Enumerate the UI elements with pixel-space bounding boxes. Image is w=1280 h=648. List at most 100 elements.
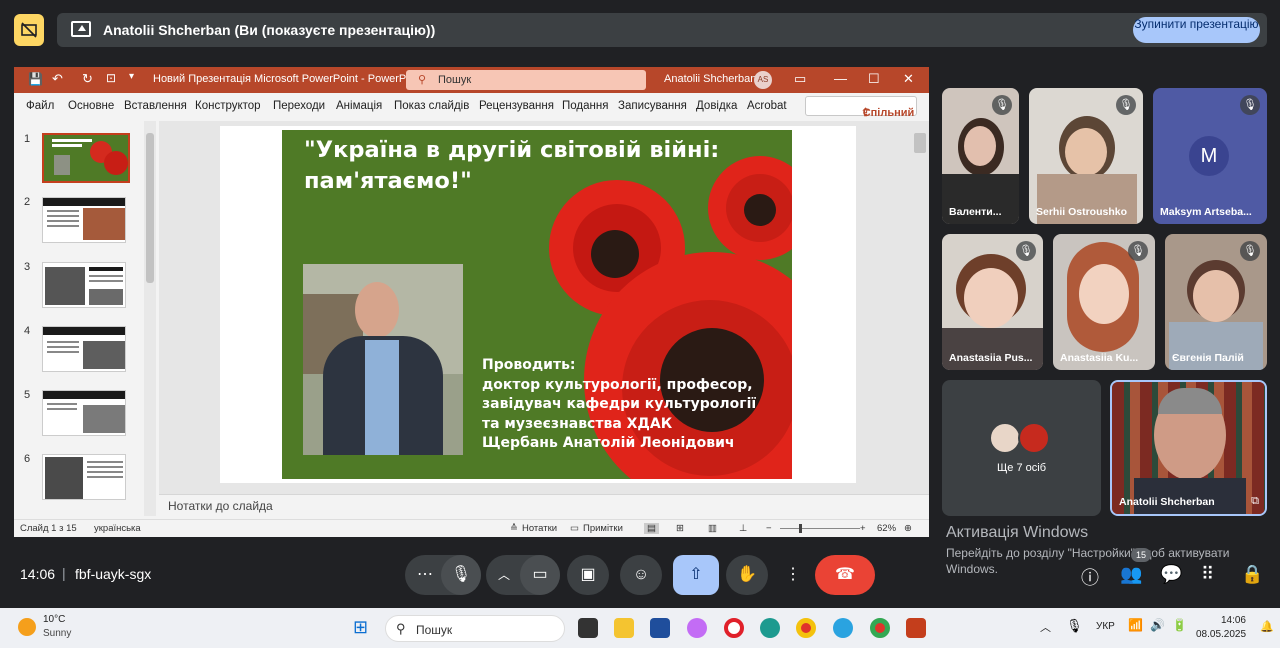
powerpoint-icon[interactable]: [906, 618, 926, 638]
customize-toolbar-icon[interactable]: ▾: [129, 71, 134, 82]
current-slide[interactable]: "Україна в другій світовій війні: пам'ят…: [282, 130, 792, 479]
participant-tile[interactable]: 🎙 Євгенія Палій: [1165, 234, 1267, 370]
weather-temp[interactable]: 10°C: [43, 614, 65, 625]
fit-slide-icon[interactable]: ⊕: [904, 523, 912, 534]
maximize-icon[interactable]: ☐: [868, 71, 880, 87]
undo-icon[interactable]: ↶: [52, 71, 63, 87]
language-indicator[interactable]: українська: [94, 523, 141, 534]
participant-tile[interactable]: 🎙 Валенти...: [942, 88, 1019, 224]
slide-thumbnail[interactable]: [42, 454, 126, 500]
zoom-slider[interactable]: [780, 528, 860, 529]
zoom-level[interactable]: 62%: [877, 523, 896, 534]
volume-icon[interactable]: 🔊: [1150, 618, 1165, 632]
ppt-search-input[interactable]: ⚲ Пошук: [406, 70, 646, 90]
slide-title[interactable]: "Україна в другій світовій війні: пам'ят…: [304, 135, 784, 197]
participant-tile[interactable]: 🎙 Anastasiia Ku...: [1053, 234, 1155, 370]
file-explorer-icon[interactable]: [614, 618, 634, 638]
show-hidden-icons[interactable]: ︿: [1040, 619, 1051, 635]
hand-icon: ✋: [737, 566, 757, 583]
video-options-icon[interactable]: ︿: [498, 555, 510, 595]
info-icon[interactable]: ⓘ: [1081, 564, 1099, 590]
taskbar-clock[interactable]: 14:06 08.05.2025: [1196, 614, 1246, 642]
weather-desc[interactable]: Sunny: [43, 628, 71, 639]
participant-tile[interactable]: 🎙 Serhii Ostroushko: [1029, 88, 1143, 224]
notes-toggle[interactable]: Нотатки: [522, 523, 557, 534]
windows-start-icon[interactable]: ⊞: [353, 617, 368, 638]
slide-thumbnail[interactable]: [42, 197, 126, 243]
chat-icon[interactable]: 💬: [1160, 564, 1182, 585]
battery-icon[interactable]: 🔋: [1172, 618, 1187, 632]
present-button[interactable]: ⇧: [673, 555, 719, 595]
tab-acrobat[interactable]: Acrobat: [747, 100, 787, 112]
leave-call-button[interactable]: ☎: [815, 555, 875, 595]
activities-icon[interactable]: ⠿: [1201, 564, 1214, 585]
tab-help[interactable]: Довідка: [696, 100, 737, 112]
more-participants-tile[interactable]: Ще 7 осіб: [942, 380, 1101, 516]
redo-icon[interactable]: ↻: [82, 71, 93, 87]
normal-view-icon[interactable]: ▤: [644, 523, 659, 534]
tab-transitions[interactable]: Переходи: [273, 100, 325, 112]
participant-tile[interactable]: 🎙 Anastasiia Pus...: [942, 234, 1043, 370]
telegram-icon[interactable]: [833, 618, 853, 638]
zoom-slider-thumb[interactable]: [799, 524, 802, 533]
slide-thumbnail[interactable]: [42, 390, 126, 436]
task-view-icon[interactable]: [578, 618, 598, 638]
tab-file[interactable]: Файл: [26, 100, 54, 112]
slide-thumbnail[interactable]: [42, 262, 126, 308]
edge-icon[interactable]: [760, 618, 780, 638]
tab-slideshow[interactable]: Показ слайдів: [394, 100, 469, 112]
present-from-start-icon[interactable]: ⊡: [106, 71, 116, 85]
captions-button[interactable]: ▣: [567, 555, 609, 595]
editor-scroll-thumb[interactable]: [914, 133, 926, 153]
mic-icon[interactable]: 🎙: [441, 555, 481, 595]
taskbar-search[interactable]: ⚲ Пошук: [385, 615, 565, 642]
tab-design[interactable]: Конструктор: [195, 100, 261, 112]
copilot-icon[interactable]: [687, 618, 707, 638]
input-language[interactable]: УКР: [1096, 621, 1115, 632]
tab-home[interactable]: Основне: [68, 100, 114, 112]
slide-speaker-info[interactable]: Проводить: доктор культурології, професо…: [482, 356, 792, 454]
pin-icon[interactable]: ⧉: [1251, 495, 1259, 508]
tab-view[interactable]: Подання: [562, 100, 608, 112]
people-icon[interactable]: 👥: [1120, 564, 1142, 585]
store-icon[interactable]: [650, 618, 670, 638]
participant-tile[interactable]: M 🎙 Maksym Artseba...: [1153, 88, 1267, 224]
reactions-button[interactable]: ☺: [620, 555, 662, 595]
reading-view-icon[interactable]: ▥: [708, 523, 717, 534]
tab-record[interactable]: Записування: [618, 100, 687, 112]
slide-thumbnail[interactable]: [42, 326, 126, 372]
stop-presenting-button[interactable]: Зупинити презентацію: [1133, 17, 1260, 43]
captions-off-icon[interactable]: [14, 14, 44, 46]
chrome-profile-icon[interactable]: [870, 618, 890, 638]
slideshow-icon[interactable]: ⊥: [739, 523, 747, 534]
notes-pane[interactable]: Нотатки до слайда: [159, 494, 929, 516]
save-icon[interactable]: 💾: [28, 72, 43, 86]
participant-tile-self[interactable]: Anatolii Shcherban ⧉: [1110, 380, 1267, 516]
speaker-photo[interactable]: [303, 264, 463, 455]
zoom-in-icon[interactable]: +: [860, 523, 866, 534]
ribbon-display-icon[interactable]: ▭: [794, 71, 806, 87]
account-name[interactable]: Anatolii Shcherban: [664, 73, 756, 85]
chrome-icon[interactable]: [796, 618, 816, 638]
tab-review[interactable]: Рецензування: [479, 100, 554, 112]
audio-options-icon[interactable]: ⋯: [417, 555, 433, 595]
comments-toggle[interactable]: Примітки: [583, 523, 623, 534]
wifi-icon[interactable]: 📶: [1128, 618, 1143, 632]
close-icon[interactable]: ✕: [903, 71, 914, 87]
more-options-button[interactable]: ⋮: [779, 555, 807, 595]
zoom-out-icon[interactable]: −: [766, 523, 772, 534]
share-button[interactable]: ⇪ Спільний доступ: [805, 96, 917, 137]
camera-icon[interactable]: ▭: [520, 555, 560, 595]
thumbnail-scrollbar[interactable]: [144, 121, 156, 516]
account-avatar[interactable]: AS: [754, 71, 772, 89]
microphone-tray-icon[interactable]: 🎙: [1066, 618, 1083, 634]
tab-animations[interactable]: Анімація: [336, 100, 382, 112]
notifications-icon[interactable]: 🔔: [1260, 620, 1274, 633]
minimize-icon[interactable]: —: [834, 71, 847, 86]
slide-thumbnail[interactable]: [42, 133, 130, 183]
opera-icon[interactable]: [724, 618, 744, 638]
host-controls-icon[interactable]: 🔒: [1241, 564, 1263, 585]
raise-hand-button[interactable]: ✋: [726, 555, 768, 595]
slide-sorter-icon[interactable]: ⊞: [676, 523, 684, 534]
tab-insert[interactable]: Вставлення: [124, 100, 187, 112]
